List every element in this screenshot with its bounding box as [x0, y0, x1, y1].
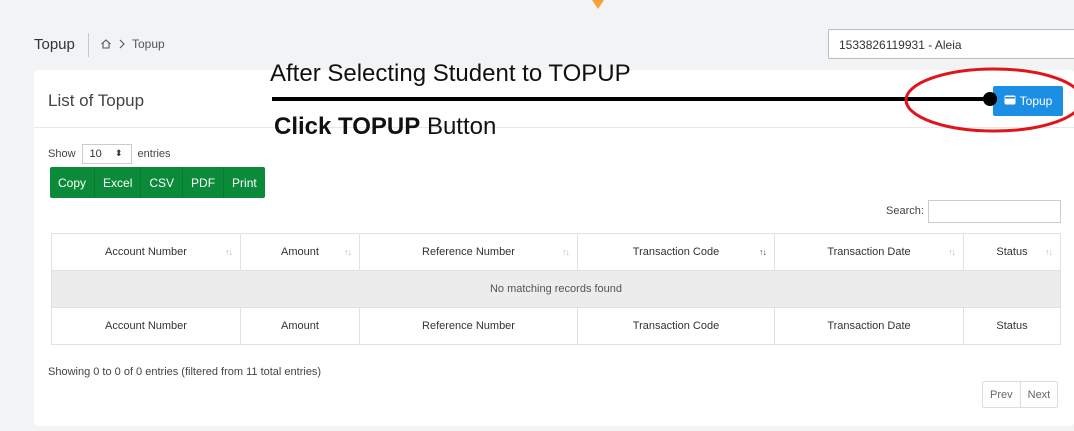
annotation-instruction-1: After Selecting Student to TOPUP [270, 60, 631, 87]
entries-length-select[interactable]: 10 ⬍ [81, 144, 132, 164]
pagination: Prev Next [982, 381, 1059, 408]
table-row: No matching records found [51, 270, 1061, 308]
column-header-label: Amount [281, 246, 319, 258]
copy-button[interactable]: Copy [50, 167, 96, 198]
topup-list-card: List of Topup Topup Show 10 ⬍ entries Co… [34, 70, 1074, 426]
student-select[interactable]: 1533826119931 - Aleia [828, 29, 1074, 59]
column-header-label: Transaction Code [632, 246, 720, 258]
column-header[interactable]: Amount ↑↓ [240, 233, 360, 271]
search-input[interactable] [928, 200, 1061, 223]
column-footer: Account Number [51, 307, 241, 345]
page-title: Topup [34, 36, 75, 53]
sort-icon: ↑↓ [948, 247, 956, 257]
column-header-label: Account Number [105, 246, 187, 258]
column-footer: Reference Number [359, 307, 578, 345]
entries-label: entries [137, 148, 171, 160]
table-footer-row: Account Number Amount Reference Number T… [51, 307, 1061, 345]
column-header[interactable]: Status ↑↓ [963, 233, 1061, 271]
sort-icon: ↑↓ [1045, 247, 1053, 257]
wallet-icon [1004, 94, 1016, 108]
print-button[interactable]: Print [224, 167, 265, 198]
length-control: Show 10 ⬍ entries [48, 144, 171, 164]
home-icon[interactable] [100, 38, 112, 50]
column-header[interactable]: Reference Number ↑↓ [359, 233, 578, 271]
sort-icon: ↑↓ [344, 247, 352, 257]
excel-button[interactable]: Excel [95, 167, 142, 198]
show-label: Show [48, 148, 76, 160]
topup-button-label: Topup [1019, 94, 1053, 108]
column-header-label: Status [996, 246, 1028, 258]
search-label: Search: [886, 205, 924, 217]
card-divider [34, 127, 1074, 128]
breadcrumb: Topup [100, 37, 165, 51]
student-select-value: 1533826119931 - Aleia [839, 38, 962, 52]
header-divider [88, 33, 89, 57]
annotation-bold-text: Click TOPUP [274, 113, 421, 140]
column-footer: Status [963, 307, 1061, 345]
column-footer: Transaction Date [774, 307, 964, 345]
breadcrumb-current: Topup [132, 37, 165, 51]
prev-button[interactable]: Prev [983, 382, 1020, 407]
entries-length-value: 10 [89, 148, 102, 160]
top-arrow-marker [592, 0, 604, 9]
csv-button[interactable]: CSV [141, 167, 184, 198]
next-button[interactable]: Next [1019, 382, 1058, 407]
topup-button[interactable]: Topup [993, 86, 1063, 116]
column-header-label: Transaction Date [827, 246, 911, 258]
topup-table: Account Number ↑↓ Amount ↑↓ Reference Numb… [51, 233, 1061, 345]
column-header[interactable]: Transaction Date ↑↓ [774, 233, 964, 271]
column-header[interactable]: Transaction Code ↑↓ [577, 233, 775, 271]
chevron-right-icon [118, 39, 126, 49]
sort-icon: ↑↓ [225, 247, 233, 257]
empty-message: No matching records found [51, 270, 1061, 308]
select-caret-icon: ⬍ [114, 148, 123, 158]
column-footer: Transaction Code [577, 307, 775, 345]
column-header-label: Reference Number [422, 246, 515, 258]
column-footer: Amount [240, 307, 360, 345]
pdf-button[interactable]: PDF [183, 167, 225, 198]
page-header: Topup Topup 1533826119931 - Aleia [34, 28, 1074, 62]
export-button-group: Copy Excel CSV PDF Print [50, 167, 265, 198]
annotation-instruction-2: Click TOPUP Button [274, 113, 496, 141]
table-header-row: Account Number ↑↓ Amount ↑↓ Reference Numb… [51, 233, 1061, 271]
card-title: List of Topup [48, 91, 145, 110]
annotation-rest-text: Button [420, 113, 497, 140]
table-info: Showing 0 to 0 of 0 entries (filtered fr… [48, 366, 322, 378]
column-header[interactable]: Account Number ↑↓ [51, 233, 241, 271]
sort-icon: ↑↓ [562, 247, 570, 257]
sort-icon: ↑↓ [759, 247, 767, 257]
